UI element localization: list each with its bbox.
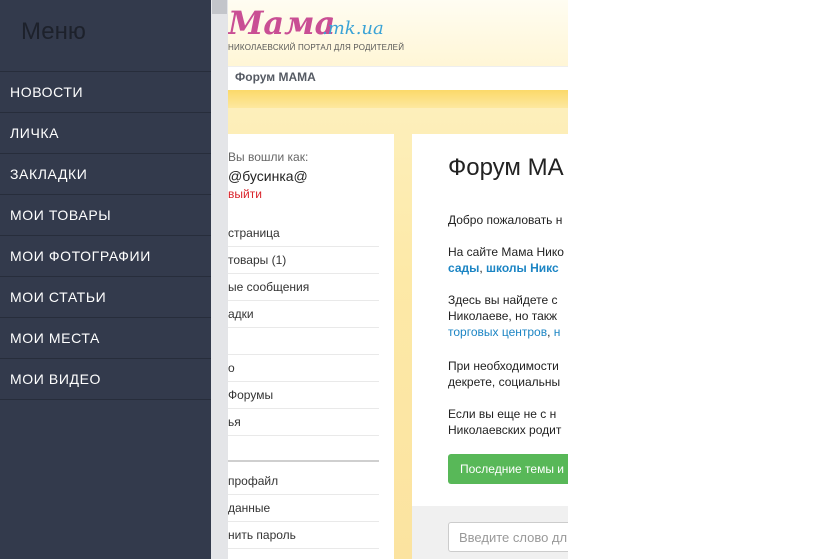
breadcrumb[interactable]: Форум МАМА: [235, 70, 316, 84]
breadcrumb-bar: Форум МАМА: [228, 66, 568, 91]
user-nav-label: Форумы: [228, 388, 274, 402]
menu-list: НОВОСТИ ЛИЧКА ЗАКЛАДКИ МОИ ТОВАРЫ МОИ ФО…: [0, 71, 211, 400]
menu-item-my-goods[interactable]: МОИ ТОВАРЫ: [0, 194, 211, 235]
user-nav-item[interactable]: ья: [228, 409, 379, 436]
decree-paragraph: При необходимости декрете, социальны: [448, 358, 560, 390]
user-nav: страница товары (1) ые сообщения адки о …: [228, 220, 379, 462]
user-nav-label: ья: [228, 415, 241, 429]
schools-link[interactable]: школы Никс: [486, 261, 559, 275]
profile-nav-item[interactable]: данные: [228, 495, 379, 522]
profile-nav-item[interactable]: нить пароль: [228, 522, 379, 549]
profile-nav-item[interactable]: профайл: [228, 468, 379, 495]
main-panel: Форум МА Добро пожаловать н На сайте Мам…: [412, 134, 568, 506]
register-paragraph: Если вы еще не с н Николаевских родит: [448, 406, 561, 438]
menu-item-my-places[interactable]: МОИ МЕСТА: [0, 317, 211, 358]
intro-line: На сайте Мама Нико: [448, 245, 564, 259]
user-nav-item[interactable]: адки: [228, 301, 379, 328]
places-line: Здесь вы найдете с: [448, 293, 558, 307]
nav-divider: [228, 460, 379, 462]
menu-item-my-videos[interactable]: МОИ ВИДЕО: [0, 358, 211, 400]
user-nav-label: адки: [228, 307, 254, 321]
site-viewport: Мама .mk.ua НИКОЛАЕВСКИЙ ПОРТАЛ ДЛЯ РОДИ…: [228, 0, 568, 559]
user-nav-item[interactable]: о: [228, 355, 379, 382]
site-tagline: НИКОЛАЕВСКИЙ ПОРТАЛ ДЛЯ РОДИТЕЛЕЙ: [228, 43, 405, 52]
decree-line: декрете, социальны: [448, 375, 561, 389]
search-area: [412, 506, 568, 559]
places-line: Николаеве, но такж: [448, 309, 558, 323]
decorative-band: [228, 90, 568, 108]
more-link[interactable]: н: [554, 325, 561, 339]
user-nav-label: товары: [228, 253, 269, 267]
page-title: Форум МА: [448, 154, 564, 181]
user-nav-item[interactable]: Форумы: [228, 382, 379, 409]
user-nav-item[interactable]: [228, 328, 379, 355]
user-nav-count: (1): [271, 253, 287, 267]
menu-item-news[interactable]: НОВОСТИ: [0, 71, 211, 112]
site-logo[interactable]: Мама: [228, 4, 335, 42]
scrollbar-thumb[interactable]: [212, 0, 227, 14]
menu-title: Меню: [21, 18, 86, 45]
register-line: Если вы еще не с н: [448, 407, 557, 421]
menu-item-my-photos[interactable]: МОИ ФОТОГРАФИИ: [0, 235, 211, 276]
intro-links-line: сады, школы Никс: [448, 260, 564, 276]
site-header: Мама .mk.ua НИКОЛАЕВСКИЙ ПОРТАЛ ДЛЯ РОДИ…: [228, 0, 568, 66]
search-input[interactable]: [448, 522, 568, 552]
site-logo-domain[interactable]: .mk.ua: [322, 18, 384, 39]
user-nav-item[interactable]: ые сообщения: [228, 274, 379, 301]
menu-item-messages[interactable]: ЛИЧКА: [0, 112, 211, 153]
scrollbar-track[interactable]: [211, 0, 228, 559]
menu-item-bookmarks[interactable]: ЗАКЛАДКИ: [0, 153, 211, 194]
profile-nav: профайл данные нить пароль: [228, 468, 379, 549]
side-menu: Меню НОВОСТИ ЛИЧКА ЗАКЛАДКИ МОИ ТОВАРЫ М…: [0, 0, 211, 559]
user-nav-label: ые сообщения: [228, 280, 310, 294]
menu-item-my-articles[interactable]: МОИ СТАТЬИ: [0, 276, 211, 317]
user-nav-item[interactable]: [228, 436, 379, 462]
username: @бусинка@: [228, 168, 308, 184]
places-paragraph: Здесь вы найдете с Николаеве, но такж то…: [448, 292, 560, 340]
kindergartens-link[interactable]: сады: [448, 261, 479, 275]
welcome-text: Добро пожаловать н: [448, 213, 563, 227]
latest-topics-button[interactable]: Последние темы и: [448, 454, 568, 484]
shopping-centers-link[interactable]: торговых центров: [448, 325, 547, 339]
user-nav-label: страница: [228, 226, 280, 240]
decree-line: При необходимости: [448, 359, 559, 373]
intro-paragraph: На сайте Мама Нико сады, школы Никс: [448, 244, 564, 276]
register-line: Николаевских родит: [448, 423, 562, 437]
user-nav-label: о: [228, 361, 235, 375]
user-nav-item[interactable]: страница: [228, 220, 379, 247]
logout-link[interactable]: выйти: [228, 187, 262, 201]
link-separator: ,: [547, 325, 554, 339]
user-panel: Вы вошли как: @бусинка@ выйти страница т…: [228, 134, 394, 559]
logged-in-label: Вы вошли как:: [228, 150, 309, 164]
places-links-line: торговых центров, н: [448, 324, 560, 340]
user-nav-item[interactable]: товары (1): [228, 247, 379, 274]
